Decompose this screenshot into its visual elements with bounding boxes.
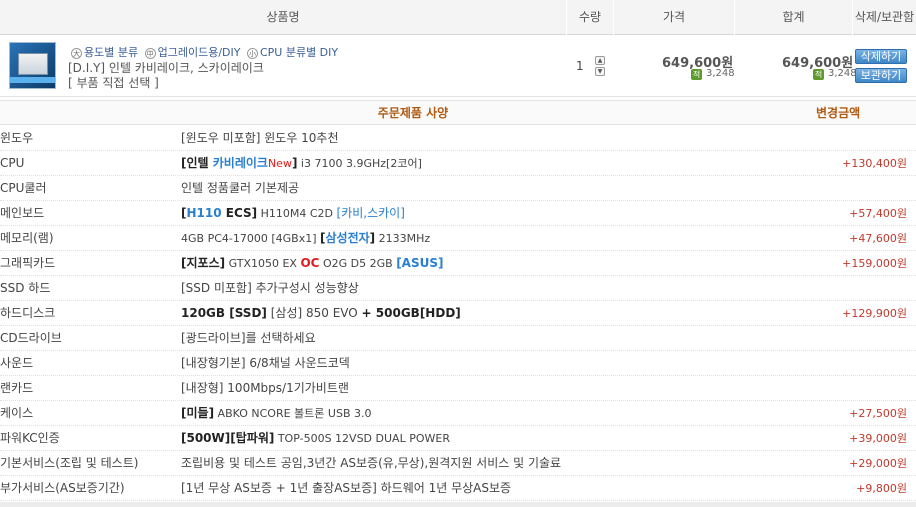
quantity-value: 1 — [576, 59, 584, 73]
spec-row-cd-drive: CD드라이브 [광드라이브]를 선택하세요 — [0, 326, 916, 351]
spec-label: 랜카드 — [0, 381, 34, 395]
total-price-points: 적 3,248 — [813, 68, 857, 80]
spec-value: [1년 무상 AS보증 + 1년 출장AS보증] 하드웨어 1년 무상AS보증 — [181, 481, 512, 495]
header-action: 삭제/보관함 — [852, 0, 916, 35]
spec-row-hdd: 하드디스크 120GB [SSD] [삼성] 850 EVO + 500GB[H… — [0, 301, 916, 326]
spec-row-memory: 메모리(램) 4GB PC4-17000 [4GBx1] [삼성전자] 2133… — [0, 226, 916, 251]
quantity-up-icon[interactable]: ▲ — [595, 56, 605, 65]
category-link-2[interactable]: 업그레이드용/DIY — [158, 46, 241, 59]
spec-value: [내장형기본] 6/8채널 사운드코덱 — [181, 356, 350, 370]
spec-value: [H110 ECS] H110M4 C2D [카비,스카이] — [181, 206, 405, 220]
product-categories: 大 용도별 분류 中 업그레이드용/DIY 小 CPU 분류별 DIY — [68, 44, 338, 60]
spec-label: 부가서비스(AS보증기간) — [0, 481, 125, 495]
spec-value: 120GB [SSD] [삼성] 850 EVO + 500GB[HDD] — [181, 306, 461, 320]
spec-row-power: 파워KC인증 [500W][탑파워] TOP-500S 12VSD DUAL P… — [0, 426, 916, 451]
spec-title: 주문제품 사양 — [377, 106, 449, 120]
spec-label: CPU쿨러 — [0, 181, 47, 195]
product-option: [ 부품 직접 선택 ] — [68, 76, 159, 90]
spec-value: [광드라이브]를 선택하세요 — [181, 331, 316, 345]
spec-label: CPU — [0, 156, 25, 170]
spec-value: [SSD 미포함] 추가구성시 성능향상 — [181, 281, 359, 295]
spec-value: 조립비용 및 테스트 공임,3년간 AS보증(유,무상),원격지원 서비스 및 … — [181, 456, 562, 470]
header-total: 합계 — [734, 0, 852, 35]
category-link-1[interactable]: 용도별 분류 — [84, 46, 138, 59]
points-icon: 적 — [691, 69, 702, 80]
spec-value: [500W][탑파워] TOP-500S 12VSD DUAL POWER — [181, 431, 450, 445]
spec-list: 윈도우 [윈도우 미포함] 윈도우 10추천 CPU [인텔 카비레이크New]… — [0, 126, 916, 501]
bottom-divider — [0, 502, 916, 507]
spec-amount: +29,000원 — [849, 457, 907, 470]
spec-label: 메인보드 — [0, 206, 45, 220]
delete-button[interactable]: 삭제하기 — [855, 49, 907, 64]
spec-amount-title: 변경금액 — [816, 106, 861, 120]
quantity-down-icon[interactable]: ▼ — [595, 67, 605, 76]
spec-row-ssd: SSD 하드 [SSD 미포함] 추가구성시 성능향상 — [0, 276, 916, 301]
spec-label: SSD 하드 — [0, 281, 51, 295]
spec-amount: +130,400원 — [842, 157, 907, 170]
spec-amount: +39,000원 — [849, 432, 907, 445]
header-product: 상품명 — [266, 10, 300, 24]
spec-value: [윈도우 미포함] 윈도우 10추천 — [181, 131, 339, 145]
unit-price-points: 적 3,248 — [691, 68, 735, 80]
spec-amount: +9,800원 — [856, 482, 907, 495]
spec-row-graphics: 그래픽카드 [지포스] GTX1050 EX OC O2G D5 2GB [AS… — [0, 251, 916, 276]
spec-row-cpu: CPU [인텔 카비레이크New] i3 7100 3.9GHz[2코어] +1… — [0, 151, 916, 176]
spec-label: 기본서비스(조립 및 테스트) — [0, 456, 139, 470]
spec-value: 인텔 정품쿨러 기본제공 — [181, 181, 300, 195]
spec-amount: +57,400원 — [849, 207, 907, 220]
spec-row-cpu-cooler: CPU쿨러 인텔 정품쿨러 기본제공 — [0, 176, 916, 201]
spec-label: 케이스 — [0, 406, 34, 420]
category-level-1-icon: 大 — [71, 48, 82, 59]
spec-row-case: 케이스 [미들] ABKO NCORE 볼트론 USB 3.0 +27,500원 — [0, 401, 916, 426]
spec-amount: +129,900원 — [842, 307, 907, 320]
spec-label: 파워KC인증 — [0, 431, 60, 445]
spec-value: [내장형] 100Mbps/1기가비트랜 — [181, 381, 349, 395]
category-level-3-icon: 小 — [246, 48, 258, 59]
spec-label: 하드디스크 — [0, 306, 56, 320]
category-link-3[interactable]: CPU 분류별 DIY — [260, 46, 338, 59]
spec-label: 사운드 — [0, 356, 34, 370]
spec-row-mainboard: 메인보드 [H110 ECS] H110M4 C2D [카비,스카이] +57,… — [0, 201, 916, 226]
spec-header: 주문제품 사양 변경금액 — [0, 100, 916, 125]
cart-table-header: 상품명 수량 가격 합계 삭제/보관함 — [0, 0, 916, 35]
category-level-2-icon: 中 — [144, 48, 156, 59]
spec-amount: +27,500원 — [849, 407, 907, 420]
spec-label: CD드라이브 — [0, 331, 62, 345]
cpu-chip-icon — [18, 53, 48, 75]
spec-label: 메모리(램) — [0, 231, 54, 245]
spec-label: 윈도우 — [0, 131, 34, 145]
spec-row-sound: 사운드 [내장형기본] 6/8채널 사운드코덱 — [0, 351, 916, 376]
header-price: 가격 — [613, 0, 734, 35]
spec-row-extra-service: 부가서비스(AS보증기간) [1년 무상 AS보증 + 1년 출장AS보증] 하… — [0, 476, 916, 501]
spec-row-basic-service: 기본서비스(조립 및 테스트) 조립비용 및 테스트 공임,3년간 AS보증(유… — [0, 451, 916, 476]
spec-value: [인텔 카비레이크New] i3 7100 3.9GHz[2코어] — [181, 156, 422, 170]
spec-amount: +47,600원 — [849, 232, 907, 245]
header-qty: 수량 — [566, 0, 613, 35]
quantity-stepper: ▲ ▼ — [595, 56, 605, 76]
spec-value: [미들] ABKO NCORE 볼트론 USB 3.0 — [181, 406, 372, 420]
save-to-wishlist-button[interactable]: 보관하기 — [855, 68, 907, 83]
spec-label: 그래픽카드 — [0, 256, 56, 270]
spec-value: [지포스] GTX1050 EX OC O2G D5 2GB [ASUS] — [181, 256, 444, 270]
spec-value: 4GB PC4-17000 [4GBx1] [삼성전자] 2133MHz — [181, 231, 431, 245]
spec-row-windows: 윈도우 [윈도우 미포함] 윈도우 10추천 — [0, 126, 916, 151]
product-thumbnail[interactable] — [9, 42, 56, 89]
spec-row-lan: 랜카드 [내장형] 100Mbps/1기가비트랜 — [0, 376, 916, 401]
spec-amount: +159,000원 — [842, 257, 907, 270]
points-icon: 적 — [813, 69, 824, 80]
